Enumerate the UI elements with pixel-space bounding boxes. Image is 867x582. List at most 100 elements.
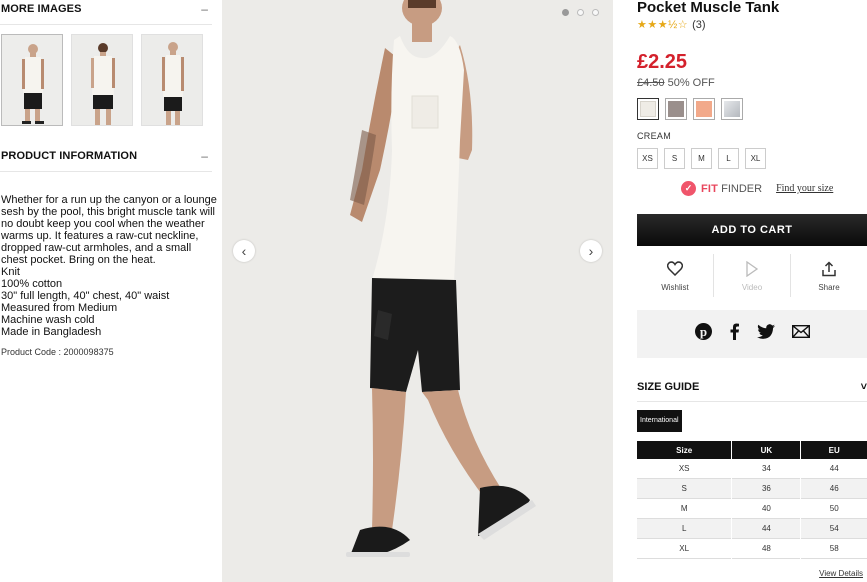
description-line: 30" full length, 40" chest, 40" waist — [1, 290, 170, 302]
play-icon — [745, 260, 759, 278]
description-line: dropped raw-cut armholes, and a small — [1, 242, 192, 254]
description-line: 100% cotton — [1, 278, 63, 290]
video-button[interactable]: Video — [714, 254, 791, 297]
table-cell: XS — [637, 459, 732, 479]
color-swatches — [637, 98, 867, 120]
color-swatch[interactable] — [721, 98, 743, 120]
product-actions: Wishlist Video Share — [637, 254, 867, 297]
size-guide-header[interactable]: SIZE GUIDE ˅ — [637, 381, 867, 395]
table-cell: 36 — [732, 479, 801, 499]
chevron-left-icon: ‹ — [241, 243, 247, 259]
description-line: sesh by the pool, this bright muscle tan… — [1, 206, 215, 218]
table-cell: 44 — [732, 519, 801, 539]
prev-image-button[interactable]: ‹ — [233, 240, 255, 262]
twitter-icon[interactable] — [756, 324, 775, 344]
pinterest-icon[interactable]: p — [694, 323, 712, 345]
table-cell: 34 — [732, 459, 801, 479]
product-info-header[interactable]: PRODUCT INFORMATION – — [0, 147, 212, 165]
size-option[interactable]: M — [691, 148, 712, 169]
video-label: Video — [741, 282, 763, 292]
description-line: Machine wash cold — [1, 314, 95, 326]
swatch-color — [640, 101, 656, 117]
add-to-cart-button[interactable]: ADD TO CART — [637, 214, 867, 246]
table-cell: XL — [637, 539, 732, 559]
size-selector: XS S M L XL — [637, 148, 867, 169]
table-cell: M — [637, 499, 732, 519]
size-option[interactable]: XS — [637, 148, 658, 169]
chevron-down-icon[interactable]: ˅ — [861, 381, 867, 395]
social-share-bar: p — [637, 310, 867, 358]
facebook-icon[interactable] — [729, 323, 740, 345]
model-illustration — [222, 0, 613, 582]
description-line: Knit — [1, 266, 20, 278]
more-images-header[interactable]: MORE IMAGES – — [0, 0, 212, 18]
view-details-link[interactable]: View Details — [819, 569, 863, 578]
table-cell: 48 — [732, 539, 801, 559]
discount-label: 50% OFF — [667, 77, 715, 89]
fit-finder: ✓ FIT FINDER Find your size — [681, 181, 867, 196]
product-description: Whether for a run up the canyon or a lou… — [0, 194, 217, 338]
thumbnail-side[interactable] — [141, 34, 203, 126]
table-cell: 44 — [801, 459, 867, 479]
wishlist-button[interactable]: Wishlist — [637, 254, 714, 297]
size-option[interactable]: XL — [745, 148, 766, 169]
table-cell: 40 — [732, 499, 801, 519]
heart-icon — [667, 260, 683, 278]
carousel-dots — [562, 9, 599, 16]
region-tab-international[interactable]: International — [637, 410, 682, 432]
star-rating-icon: ★★★½☆ — [637, 19, 689, 31]
fit-finder-label2: FINDER — [721, 182, 763, 195]
find-size-link[interactable]: Find your size — [776, 183, 833, 194]
table-cell: 50 — [801, 499, 867, 519]
size-option[interactable]: S — [664, 148, 685, 169]
color-swatch[interactable] — [693, 98, 715, 120]
table-cell: L — [637, 519, 732, 539]
collapse-icon[interactable]: – — [201, 2, 208, 16]
collapse-icon[interactable]: – — [201, 149, 208, 163]
column-header: EU — [801, 441, 867, 459]
column-header: Size — [637, 441, 732, 459]
thumbnail-back[interactable] — [71, 34, 133, 126]
main-product-image[interactable]: ‹ › — [222, 0, 613, 582]
old-price-row: £4.50 50% OFF — [637, 77, 867, 89]
email-icon[interactable] — [791, 324, 810, 343]
size-option[interactable]: L — [718, 148, 739, 169]
svg-text:p: p — [699, 324, 706, 339]
table-row: XL 48 58 — [637, 539, 867, 559]
table-row: M 40 50 — [637, 499, 867, 519]
divider — [0, 24, 212, 25]
carousel-dot[interactable] — [562, 9, 569, 16]
share-label: Share — [818, 282, 840, 292]
right-column: Pocket Muscle Tank ★★★½☆ (3) £2.25 £4.50… — [637, 0, 867, 582]
share-button[interactable]: Share — [791, 254, 867, 297]
thumbnail-front[interactable] — [1, 34, 63, 126]
left-column: MORE IMAGES – PRODUCT INFORMATION – Whet… — [0, 0, 217, 582]
fit-finder-icon: ✓ — [681, 181, 696, 196]
table-cell: 58 — [801, 539, 867, 559]
table-row: XS 34 44 — [637, 459, 867, 479]
thumbnail-list — [0, 34, 212, 126]
color-swatch[interactable] — [665, 98, 687, 120]
color-swatch[interactable] — [637, 98, 659, 120]
share-icon — [821, 260, 837, 278]
review-count[interactable]: (3) — [692, 19, 705, 31]
rating[interactable]: ★★★½☆ (3) — [637, 18, 867, 32]
size-guide-title: SIZE GUIDE — [637, 381, 700, 393]
description-line: Whether for a run up the canyon or a lou… — [1, 194, 217, 206]
old-price: £4.50 — [637, 77, 665, 89]
description-line: Made in Bangladesh — [1, 326, 102, 338]
description-line: warms up. It features a raw-cut neckline… — [1, 230, 199, 242]
description-line: no doubt keep you cool when the weather — [1, 218, 205, 230]
divider — [0, 171, 212, 172]
more-images-title: MORE IMAGES — [1, 3, 82, 15]
carousel-dot[interactable] — [592, 9, 599, 16]
next-image-button[interactable]: › — [580, 240, 602, 262]
swatch-color — [724, 101, 740, 117]
product-info-title: PRODUCT INFORMATION — [1, 150, 138, 162]
fit-finder-label: FIT — [701, 182, 719, 195]
table-row: L 44 54 — [637, 519, 867, 539]
carousel-dot[interactable] — [577, 9, 584, 16]
price: £2.25 — [637, 51, 688, 73]
product-title: Pocket Muscle Tank — [637, 0, 780, 16]
selected-color-name: CREAM — [637, 131, 672, 141]
